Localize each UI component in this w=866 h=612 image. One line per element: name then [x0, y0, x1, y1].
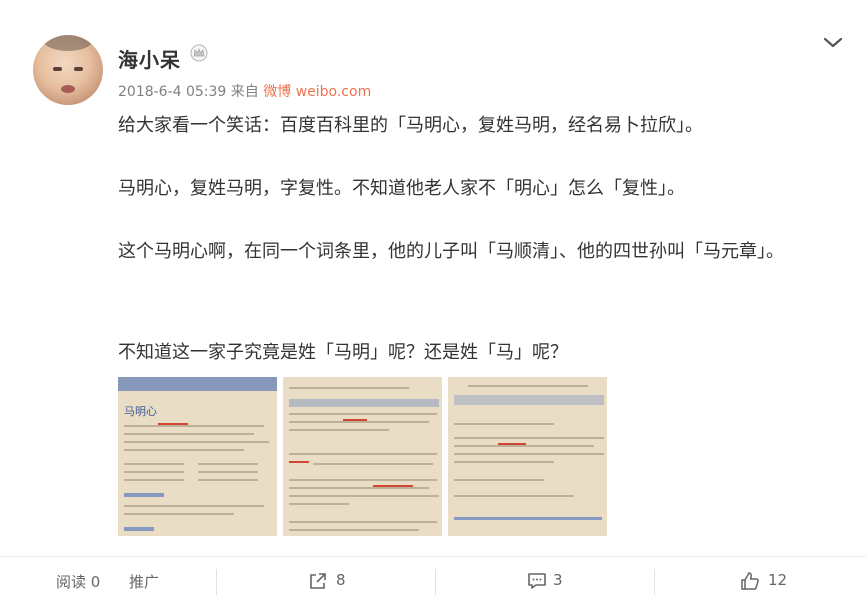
crown-icon — [190, 44, 208, 62]
timestamp[interactable]: 2018-6-4 05:39 — [118, 84, 226, 100]
username[interactable]: 海小呆 — [118, 44, 181, 73]
post-paragraph: 给大家看一个笑话：百度百科里的「马明心，复姓马明，经名易卜拉欣」。 — [118, 115, 703, 136]
post-paragraph: 这个马明心啊，在同一个词条里，他的儿子叫「马顺清」、他的四世孙叫「马元章」。 — [118, 241, 784, 262]
read-count: 阅读 0 — [56, 571, 100, 592]
promote-button[interactable]: 推广 — [129, 571, 159, 592]
reads-count: 0 — [90, 573, 101, 591]
comment-button[interactable]: 3 — [527, 557, 587, 607]
reads-label: 阅读 — [56, 573, 87, 591]
post-actions-bar: 阅读 0 推广 8 3 12 — [0, 556, 866, 612]
image-caption: 马明心 — [124, 405, 157, 418]
source-link[interactable]: 微博 weibo.com — [263, 84, 371, 100]
image-thumbnail[interactable] — [448, 377, 607, 536]
chevron-down-icon[interactable] — [822, 36, 844, 50]
repost-count: 8 — [336, 571, 346, 589]
post-meta: 2018-6-4 05:39 来自 微博 weibo.com — [118, 81, 371, 101]
weibo-post-card: 海小呆 2018-6-4 05:39 来自 微博 weibo.com 给大家看一… — [0, 0, 866, 612]
like-button[interactable]: 12 — [740, 557, 800, 607]
comment-count: 3 — [553, 571, 563, 589]
repost-button[interactable]: 8 — [308, 557, 368, 607]
image-thumbnail[interactable] — [283, 377, 442, 536]
repost-icon — [310, 573, 326, 589]
like-count: 12 — [768, 571, 788, 589]
thumbs-up-icon — [741, 572, 759, 590]
image-thumbnail[interactable]: 马明心 — [118, 377, 277, 536]
avatar[interactable] — [33, 35, 103, 105]
comment-icon — [528, 573, 546, 589]
post-paragraph: 不知道这一家子究竟是姓「马明」呢？还是姓「马」呢？ — [118, 342, 568, 363]
from-label: 来自 — [230, 84, 259, 100]
post-paragraph: 马明心，复姓马明，字复性。不知道他老人家不「明心」怎么「复性」。 — [118, 178, 685, 199]
